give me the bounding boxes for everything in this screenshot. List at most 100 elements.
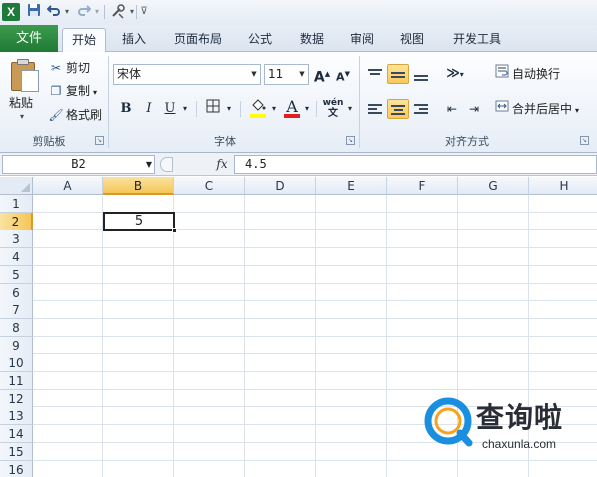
tab-data[interactable]: 数据 (290, 28, 334, 52)
row-header-5[interactable]: 5 (0, 265, 33, 284)
tools-dropdown-icon[interactable]: ▾ (128, 3, 136, 21)
orientation-dropdown-icon[interactable]: ▾ (460, 70, 464, 79)
decrease-indent-button[interactable]: ⇤ (442, 99, 462, 119)
column-header-f[interactable]: F (387, 177, 458, 195)
font-name-select[interactable]: 宋体 ▼ (113, 64, 261, 85)
align-bottom-button[interactable] (411, 64, 431, 84)
cut-button[interactable]: ✂ 剪切 (48, 58, 90, 78)
copy-dropdown-icon[interactable]: ▾ (93, 88, 97, 97)
undo-dropdown-icon[interactable]: ▾ (63, 3, 71, 21)
font-size-select[interactable]: 11 ▼ (264, 64, 309, 85)
column-header-a[interactable]: A (33, 177, 103, 195)
row-header-1[interactable]: 1 (0, 195, 33, 213)
align-top-button[interactable] (365, 64, 385, 84)
redo-dropdown-icon[interactable]: ▾ (93, 3, 101, 21)
font-color-button[interactable]: A (283, 97, 301, 118)
row-header-9[interactable]: 9 (0, 336, 33, 355)
align-middle-button[interactable] (387, 64, 409, 84)
tab-file[interactable]: 文件 (0, 25, 58, 52)
formula-input[interactable]: 4.5 (234, 155, 597, 174)
wrap-text-icon (494, 64, 510, 84)
shrink-font-label: A (336, 70, 345, 84)
tab-insert[interactable]: 插入 (112, 28, 156, 52)
row-header-4[interactable]: 4 (0, 248, 33, 267)
column-header-g[interactable]: G (458, 177, 529, 195)
tab-view[interactable]: 视图 (392, 28, 432, 52)
name-box[interactable]: B2 (2, 155, 155, 174)
redo-icon[interactable] (76, 3, 92, 21)
fill-handle[interactable] (172, 228, 177, 233)
phonetic-guide-label: wén (322, 98, 344, 108)
ribbon-home: 粘贴 ▾ ✂ 剪切 ❐ 复制 ▾ 🖌 格式刷 剪贴板 ↘ 宋体 ▼ 11 ▼ A▲ A▼… (0, 52, 597, 153)
column-header-d[interactable]: D (245, 177, 316, 195)
row-header-13[interactable]: 13 (0, 407, 33, 426)
row-header-11[interactable]: 11 (0, 372, 33, 390)
paste-dropdown-icon[interactable]: ▾ (20, 112, 24, 121)
increase-indent-button[interactable]: ⇥ (464, 99, 484, 119)
underline-button[interactable]: U (161, 99, 179, 119)
align-left-button[interactable] (365, 99, 385, 119)
fill-color-dropdown-icon[interactable]: ▾ (269, 99, 279, 119)
alignment-launcher-icon[interactable]: ↘ (580, 136, 589, 145)
column-header-b[interactable]: B (103, 177, 174, 195)
borders-button[interactable] (203, 99, 223, 119)
group-separator (108, 56, 109, 148)
phonetic-dropdown-icon[interactable]: ▾ (345, 99, 355, 119)
tab-formulas[interactable]: 公式 (240, 28, 280, 52)
excel-app-icon[interactable]: X (2, 3, 20, 21)
font-color-dropdown-icon[interactable]: ▾ (302, 99, 312, 119)
merge-center-button[interactable]: 合并后居中 ▾ (494, 99, 579, 119)
column-header-e[interactable]: E (316, 177, 387, 195)
underline-dropdown-icon[interactable]: ▾ (180, 99, 190, 119)
format-painter-button[interactable]: 🖌 格式刷 (48, 105, 102, 125)
fill-color-button[interactable] (247, 97, 269, 118)
row-header-8[interactable]: 8 (0, 318, 33, 337)
bold-button[interactable]: B (116, 99, 136, 119)
font-color-bar (284, 114, 300, 118)
row-header-15[interactable]: 15 (0, 442, 33, 461)
row-header-16[interactable]: 16 (0, 460, 33, 477)
insert-function-button[interactable]: fx (212, 155, 232, 174)
name-box-dropdown-icon[interactable]: ▼ (143, 155, 155, 174)
wrap-text-label: 自动换行 (512, 67, 561, 81)
align-right-icon (411, 99, 431, 114)
brush-icon: 🖌 (48, 108, 64, 122)
column-header-h[interactable]: H (529, 177, 597, 195)
orientation-button[interactable]: ≫▾ (442, 64, 468, 84)
font-launcher-icon[interactable]: ↘ (346, 136, 355, 145)
scissors-icon: ✂ (50, 61, 62, 75)
shrink-font-button[interactable]: A▼ (334, 64, 352, 84)
tab-developer[interactable]: 开发工具 (444, 28, 510, 52)
phonetic-guide-button[interactable]: wén 文 (321, 97, 345, 119)
save-icon[interactable] (26, 3, 42, 21)
column-header-c[interactable]: C (174, 177, 245, 195)
tab-review[interactable]: 审阅 (342, 28, 382, 52)
wrap-text-button[interactable]: 自动换行 (494, 64, 560, 84)
row-header-12[interactable]: 12 (0, 389, 33, 408)
merge-cells-icon (494, 99, 510, 119)
paste-icon (8, 58, 40, 92)
row-header-6[interactable]: 6 (0, 283, 33, 302)
copy-label: 复制 (66, 84, 91, 98)
customize-qat-icon[interactable]: ⊽ (140, 3, 148, 21)
align-right-button[interactable] (411, 99, 431, 119)
grow-font-button[interactable]: A▲ (312, 64, 332, 86)
select-all-button[interactable] (0, 177, 33, 195)
row-header-2[interactable]: 2 (0, 212, 33, 231)
row-header-7[interactable]: 7 (0, 301, 33, 320)
undo-icon[interactable] (46, 3, 62, 21)
tab-page-layout[interactable]: 页面布局 (166, 28, 230, 52)
borders-dropdown-icon[interactable]: ▾ (224, 99, 234, 119)
align-left-icon (365, 99, 385, 114)
tab-home[interactable]: 开始 (62, 28, 106, 53)
row-header-3[interactable]: 3 (0, 230, 33, 249)
clipboard-launcher-icon[interactable]: ↘ (95, 136, 104, 145)
copy-button[interactable]: ❐ 复制 ▾ (48, 81, 97, 101)
row-header-10[interactable]: 10 (0, 354, 33, 373)
merge-dropdown-icon[interactable]: ▾ (575, 106, 579, 115)
italic-button[interactable]: I (140, 99, 158, 119)
row-header-14[interactable]: 14 (0, 425, 33, 444)
active-cell[interactable]: 5 (103, 212, 175, 231)
tools-icon[interactable] (110, 3, 126, 21)
align-center-button[interactable] (387, 99, 409, 119)
